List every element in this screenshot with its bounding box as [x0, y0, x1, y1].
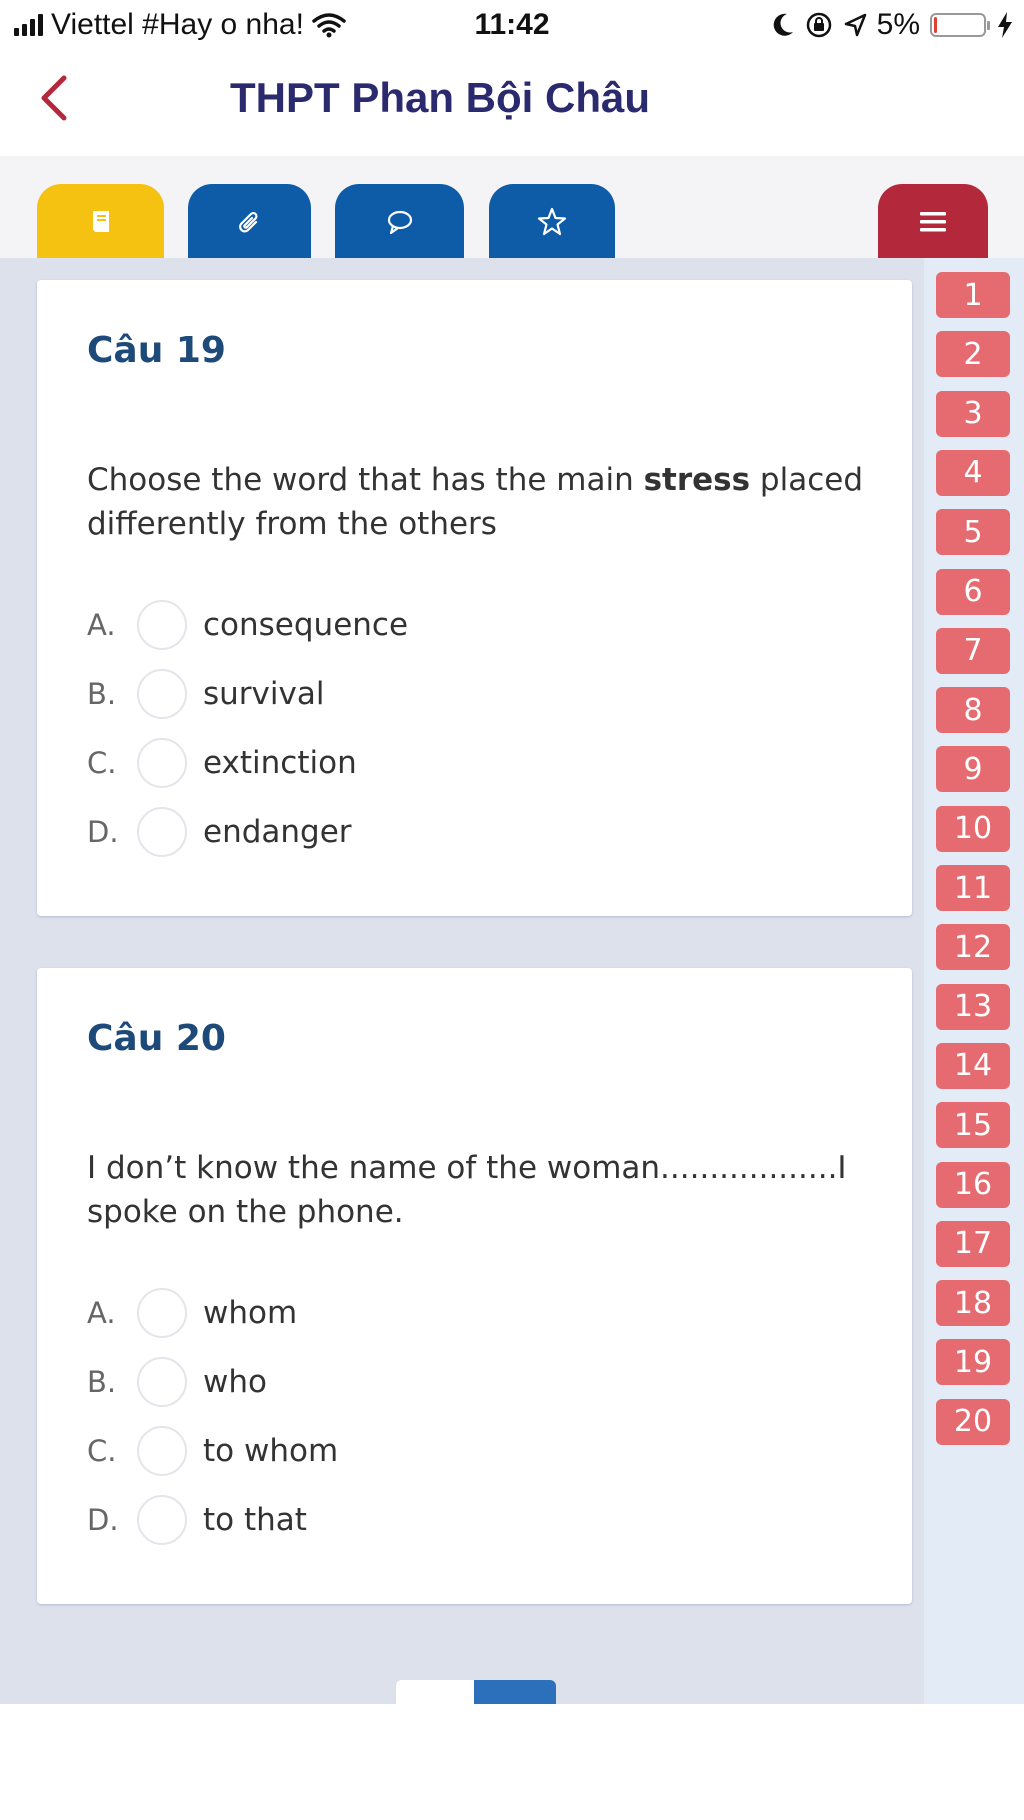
question-number-19[interactable]: 19 [936, 1339, 1010, 1386]
question-text: Choose the word that has the main stress… [87, 458, 867, 546]
question-number-3[interactable]: 3 [936, 390, 1010, 437]
question-number-8[interactable]: 8 [936, 687, 1010, 734]
option-a[interactable]: A. consequence [87, 594, 787, 656]
attachment-button[interactable] [188, 184, 311, 260]
option-radio[interactable] [137, 807, 187, 857]
book-button[interactable] [37, 184, 164, 260]
toolbar [0, 156, 1024, 260]
option-radio[interactable] [137, 600, 187, 650]
question-number-20[interactable]: 20 [936, 1398, 1010, 1445]
option-text: endanger [203, 814, 352, 850]
option-text: consequence [203, 607, 409, 643]
question-number-12[interactable]: 12 [936, 924, 1010, 971]
question-number-1[interactable]: 1 [936, 272, 1010, 318]
status-bar: Viettel #Hay o nha! 11:42 5% [0, 0, 1024, 52]
next-page-button[interactable] [474, 1680, 556, 1704]
question-number-18[interactable]: 18 [936, 1280, 1010, 1327]
option-letter: B. [87, 1365, 117, 1399]
charging-bolt-icon [998, 12, 1012, 38]
question-number-7[interactable]: 7 [936, 627, 1010, 674]
question-number-11[interactable]: 11 [936, 865, 1010, 911]
question-card-20: Câu 20 I don’t know the name of the woma… [37, 968, 912, 1604]
question-number-sidebar: 1 2 3 4 5 6 7 8 9 10 11 12 13 14 15 16 17 18 19 20 [924, 258, 1024, 1704]
menu-button[interactable] [878, 184, 988, 260]
option-radio[interactable] [137, 1288, 187, 1338]
location-arrow-icon [844, 13, 866, 37]
page-title: THPT Phan Bội Châu [230, 74, 650, 121]
option-letter: A. [87, 608, 116, 642]
menu-icon [920, 212, 946, 232]
option-radio[interactable] [137, 1426, 187, 1476]
option-letter: D. [87, 815, 119, 849]
option-radio[interactable] [137, 1495, 187, 1545]
star-button[interactable] [489, 184, 615, 260]
status-right: 5% [771, 8, 1014, 42]
rotation-lock-icon [806, 12, 831, 38]
question-number-9[interactable]: 9 [936, 746, 1010, 793]
prev-page-button[interactable] [396, 1680, 474, 1704]
option-letter: C. [87, 1434, 117, 1468]
battery-icon [930, 13, 990, 37]
option-letter: A. [87, 1296, 116, 1330]
option-b[interactable]: B. survival [87, 663, 787, 725]
option-radio[interactable] [137, 1357, 187, 1407]
option-text: extinction [203, 745, 357, 781]
option-text: survival [203, 676, 325, 712]
comment-icon [387, 210, 412, 235]
question-title: Câu 20 [87, 1018, 226, 1059]
option-letter: B. [87, 677, 117, 711]
option-text: to whom [203, 1433, 339, 1469]
option-text: to that [203, 1502, 307, 1538]
option-letter: D. [87, 1503, 119, 1537]
option-letter: C. [87, 746, 117, 780]
option-c[interactable]: C. extinction [87, 732, 787, 794]
question-number-14[interactable]: 14 [936, 1042, 1010, 1089]
question-card-19: Câu 19 Choose the word that has the main… [37, 280, 912, 916]
option-d[interactable]: D. to that [87, 1489, 787, 1551]
question-text-bold: stress [643, 462, 751, 498]
question-number-10[interactable]: 10 [936, 805, 1010, 852]
comment-button[interactable] [335, 184, 464, 260]
moon-icon [773, 13, 793, 36]
option-b[interactable]: B. who [87, 1351, 787, 1413]
question-title: Câu 19 [87, 330, 226, 371]
question-number-15[interactable]: 15 [936, 1102, 1010, 1149]
question-number-5[interactable]: 5 [936, 509, 1010, 556]
nav-bar: THPT Phan Bội Châu [0, 52, 1024, 156]
question-number-2[interactable]: 2 [936, 331, 1010, 378]
question-number-4[interactable]: 4 [936, 449, 1010, 496]
option-c[interactable]: C. to whom [87, 1420, 787, 1482]
question-list: Câu 19 Choose the word that has the main… [0, 258, 924, 1704]
option-d[interactable]: D. endanger [87, 801, 787, 863]
star-icon [537, 207, 567, 236]
question-number-16[interactable]: 16 [936, 1161, 1010, 1208]
battery-percent: 5% [876, 8, 920, 41]
question-number-17[interactable]: 17 [936, 1220, 1010, 1267]
option-text: who [203, 1364, 267, 1400]
option-text: whom [203, 1295, 298, 1331]
battery-level [934, 17, 937, 33]
question-text-part: Choose the word that has the main [87, 462, 644, 498]
option-radio[interactable] [137, 738, 187, 788]
question-number-6[interactable]: 6 [936, 568, 1010, 615]
question-number-13[interactable]: 13 [936, 983, 1010, 1030]
question-text: I don’t know the name of the woman......… [87, 1150, 847, 1230]
option-radio[interactable] [137, 669, 187, 719]
option-a[interactable]: A. whom [87, 1282, 787, 1344]
paperclip-icon [238, 211, 258, 233]
book-icon [91, 211, 109, 233]
